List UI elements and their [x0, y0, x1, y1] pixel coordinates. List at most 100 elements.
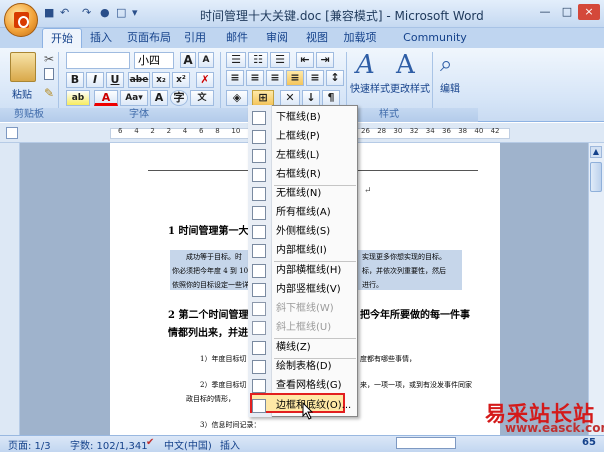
tab-view[interactable]: 视图 [302, 28, 332, 48]
subscript-button[interactable]: x₂ [152, 72, 170, 88]
tab-community-clips[interactable]: Community Clips [390, 28, 480, 64]
tab-home[interactable]: 开始 [42, 28, 82, 48]
bold-button[interactable]: B [66, 72, 84, 88]
save-icon[interactable]: ■ [44, 6, 54, 22]
grow-font-button[interactable]: A [180, 52, 196, 68]
menu-item-icon [252, 399, 266, 413]
menu-item-9[interactable]: 内部竖框线(V) [272, 281, 356, 299]
zoom-level[interactable]: 65 [582, 437, 596, 448]
qat-more-icon[interactable]: ▾ [132, 6, 138, 22]
para1-line2-end: 标，并依次列重要性，然后 [362, 267, 446, 275]
decrease-indent-icon[interactable]: ⇤ [296, 52, 314, 68]
word-count[interactable]: 字数: 102/1,341 [70, 437, 148, 452]
distributed-icon[interactable]: ≡ [306, 70, 324, 86]
minimize-button[interactable]: — [534, 4, 556, 20]
borders-dropdown-button[interactable]: ⊞ [252, 90, 274, 106]
scroll-thumb[interactable] [590, 162, 602, 192]
menu-item-11: 斜上框线(U) [276, 322, 332, 333]
vertical-ruler[interactable] [0, 143, 20, 435]
menu-item-6[interactable]: 外侧框线(S) [272, 223, 356, 241]
line-spacing-icon[interactable]: ↕ [326, 70, 344, 86]
format-painter-icon[interactable]: ✎ [44, 86, 54, 100]
menu-item-3[interactable]: 右框线(R) [272, 166, 356, 184]
underline-button[interactable]: U [106, 72, 124, 88]
show-marks-icon[interactable]: ¶ [322, 90, 340, 106]
char-shading-icon[interactable]: A [150, 90, 168, 106]
insert-mode[interactable]: 插入 [220, 437, 240, 452]
maximize-button[interactable]: □ [556, 4, 578, 20]
window-title: 时间管理十大关键.doc [兼容模式] - Microsoft Word [200, 9, 484, 23]
box-icon[interactable]: □ [116, 6, 126, 22]
cut-icon[interactable]: ✂ [44, 52, 54, 66]
bullets-icon[interactable]: ☰ [226, 52, 246, 68]
clear-format-icon[interactable]: ✗ [196, 72, 214, 88]
para1-line1-end: 实现更多你想实现的目标。 [362, 253, 446, 261]
change-styles-label[interactable]: 更改样式 [390, 80, 430, 95]
italic-button[interactable]: I [86, 72, 104, 88]
menu-item-15[interactable]: 边框和底纹(O)... [272, 397, 356, 415]
undo-icon[interactable]: ↶ [60, 6, 69, 22]
tab-selector-icon[interactable] [6, 127, 18, 139]
align-center-icon[interactable]: ≡ [246, 70, 264, 86]
font-color-icon[interactable]: A [94, 90, 118, 106]
font-size-box[interactable]: 小四 [134, 52, 174, 69]
language-indicator[interactable]: 中文(中国) [164, 437, 212, 452]
paste-label[interactable]: 粘贴 [12, 86, 32, 101]
ruler-number: 34 [425, 127, 435, 135]
tab-references[interactable]: 引用 [180, 28, 210, 48]
menu-item-4[interactable]: 无框线(N) [272, 185, 356, 203]
para1-line2: 你必须把今年度 4 到 10 [172, 267, 249, 275]
chinese-layout-icon[interactable]: ✕ [280, 90, 300, 106]
copy-icon[interactable] [44, 68, 54, 80]
quick-styles-icon[interactable]: A [356, 50, 375, 80]
tab-page-layout[interactable]: 页面布局 [124, 28, 174, 48]
menu-item-13[interactable]: 绘制表格(D) [272, 358, 356, 376]
para1-line3: 依照你的目标设定一些详 [172, 281, 249, 289]
change-styles-icon[interactable]: A [396, 50, 415, 80]
redo-icon[interactable]: ↷ [82, 6, 91, 22]
align-left-icon[interactable]: ≡ [226, 70, 244, 86]
align-right-icon[interactable]: ≡ [266, 70, 284, 86]
office-button[interactable] [4, 3, 38, 37]
edit-label[interactable]: 编辑 [440, 80, 460, 95]
tab-review[interactable]: 审阅 [262, 28, 292, 48]
proofing-icon[interactable]: ✔ [146, 437, 154, 448]
numbering-icon[interactable]: ☷ [248, 52, 268, 68]
paste-icon[interactable] [10, 52, 36, 82]
menu-item-2[interactable]: 左框线(L) [272, 147, 356, 165]
find-icon[interactable]: ⌕ [440, 52, 452, 77]
menu-item-12[interactable]: 横线(Z) [272, 339, 356, 357]
highlight-icon[interactable]: ab [66, 90, 90, 106]
shrink-font-button[interactable]: A [198, 52, 214, 68]
page-count[interactable]: 页面: 1/3 [8, 437, 51, 452]
strikethrough-button[interactable]: abe [128, 72, 150, 88]
menu-item-icon [252, 149, 266, 163]
menu-item-1[interactable]: 上框线(P) [272, 128, 356, 146]
quick-styles-label[interactable]: 快速样式 [350, 80, 390, 95]
scroll-up-icon[interactable]: ▲ [590, 146, 602, 158]
tab-insert[interactable]: 插入 [86, 28, 116, 48]
change-case-button[interactable]: Aa▾ [120, 90, 148, 106]
justify-icon[interactable]: ≡ [286, 70, 304, 86]
font-name-box[interactable] [66, 52, 130, 69]
multilevel-icon[interactable]: ☰ [270, 52, 290, 68]
superscript-button[interactable]: x² [172, 72, 190, 88]
menu-item-0[interactable]: 下框线(B) [272, 109, 356, 127]
enclose-char-icon[interactable]: 字 [170, 90, 188, 106]
menu-item-14[interactable]: 查看网格线(G) [272, 377, 356, 395]
tab-addins[interactable]: 加载项 [340, 28, 380, 48]
menu-item-10: 斜下框线(W) [276, 303, 334, 314]
shading-icon[interactable]: ◈ [226, 90, 248, 106]
menu-item-8[interactable]: 内部横框线(H) [272, 262, 356, 280]
menu-item-icon [252, 302, 266, 316]
menu-item-icon [252, 187, 266, 201]
tab-mailings[interactable]: 邮件 [222, 28, 252, 48]
increase-indent-icon[interactable]: ⇥ [316, 52, 334, 68]
sort-icon[interactable]: ↓ [302, 90, 320, 106]
menu-item-5[interactable]: 所有框线(A) [272, 204, 356, 222]
phonetic-icon[interactable]: 文 [190, 90, 214, 106]
menu-item-7[interactable]: 内部框线(I) [272, 242, 356, 260]
circle-icon[interactable]: ● [100, 6, 110, 22]
close-button[interactable]: × [578, 4, 600, 20]
view-buttons[interactable] [396, 437, 456, 449]
